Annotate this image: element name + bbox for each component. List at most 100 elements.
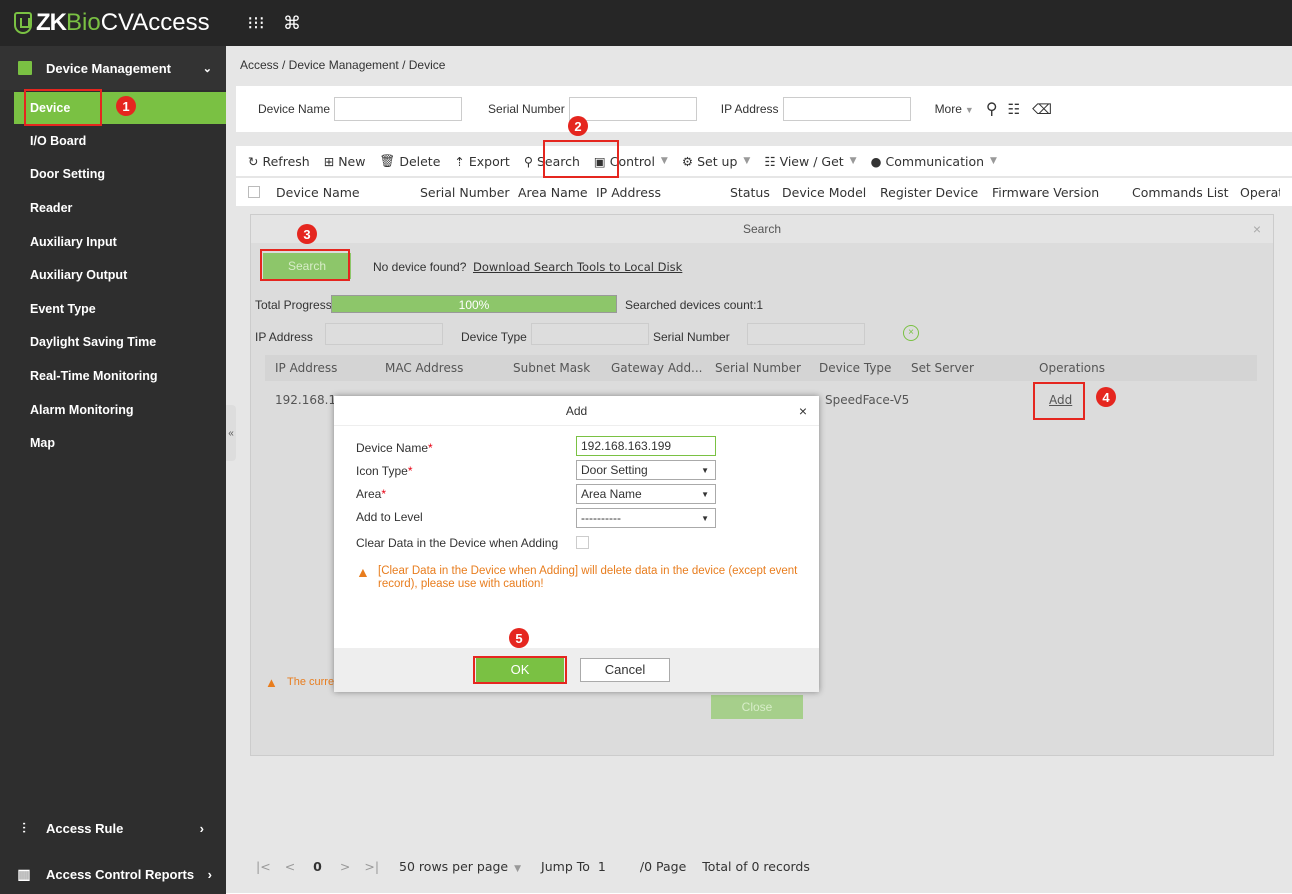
current-page: 0	[313, 858, 322, 874]
serial-number-input[interactable]	[568, 97, 697, 121]
column-ip-address: IP Address	[275, 361, 338, 375]
required-mark: *	[407, 464, 413, 478]
download-search-tools-link[interactable]: Download Search Tools to Local Disk	[473, 260, 682, 274]
sidebar-item-io-board[interactable]: I/O Board	[0, 124, 226, 158]
caret-down-icon: ▼	[660, 156, 668, 166]
sidebar-item-auxiliary-output[interactable]: Auxiliary Output	[0, 258, 226, 292]
sidebar-item-real-time-monitoring[interactable]: Real-Time Monitoring	[0, 359, 226, 393]
select-all-checkbox[interactable]	[248, 186, 260, 198]
column-area-name[interactable]: Area Name	[518, 185, 596, 200]
rows-per-page-select[interactable]: 50 rows per page ▼	[399, 859, 521, 874]
column-operations[interactable]: Operat	[1240, 185, 1280, 200]
column-mac-address: MAC Address	[385, 361, 464, 375]
icon-type-label: Icon Type	[356, 464, 408, 478]
close-icon[interactable]: ×	[1253, 221, 1261, 237]
add-to-level-value: ----------	[581, 511, 621, 525]
row-device-type: SpeedFace-V5	[825, 393, 910, 407]
new-icon: ⊞	[323, 153, 335, 169]
sidebar: Device Management ⌄ Device I/O Board Doo…	[0, 46, 226, 894]
column-ip-address[interactable]: IP Address	[596, 185, 730, 200]
prev-page-button[interactable]: <	[285, 859, 295, 874]
sidebar-item-access-control-reports[interactable]: ▥ Access Control Reports ›	[0, 854, 226, 894]
setup-button[interactable]: ⚙ Set up ▼	[682, 154, 751, 169]
results-table-header: IP Address MAC Address Subnet Mask Gatew…	[265, 355, 1257, 381]
column-device-model[interactable]: Device Model	[782, 185, 880, 200]
jump-to-input[interactable]: 1	[598, 859, 632, 874]
setup-label: Set up	[697, 153, 738, 169]
first-page-button[interactable]: |<	[256, 859, 271, 874]
cancel-button[interactable]: Cancel	[580, 658, 670, 682]
report-icon: ▥	[17, 865, 31, 882]
sidebar-item-label: Real-Time Monitoring	[30, 368, 158, 383]
annotation-box-search	[543, 140, 619, 178]
close-search-button[interactable]: Close	[711, 695, 803, 719]
searched-devices-count: Searched devices count:1	[625, 298, 764, 312]
app-logo[interactable]: ZK Bio CVAccess	[0, 9, 232, 37]
delete-button[interactable]: 🗑 Delete	[379, 153, 440, 169]
pagination: |< < 0 > >| 50 rows per page ▼ Jump To 1 …	[236, 852, 1292, 880]
delete-label: Delete	[399, 153, 441, 169]
sidebar-item-daylight-saving-time[interactable]: Daylight Saving Time	[0, 326, 226, 360]
sidebar-item-auxiliary-input[interactable]: Auxiliary Input	[0, 225, 226, 259]
warning-icon: ▲	[356, 564, 370, 580]
column-device-name[interactable]: Device Name	[276, 185, 420, 200]
icon-type-select[interactable]: Door Setting ▼	[576, 460, 716, 480]
brand-zk: ZK	[36, 9, 67, 36]
sidebar-item-reader[interactable]: Reader	[0, 191, 226, 225]
sidebar-item-access-rule[interactable]: ⫶ Access Rule ›	[0, 808, 226, 848]
eraser-icon[interactable]: ⌫	[1032, 101, 1052, 118]
collapse-sidebar-button[interactable]: «	[226, 405, 236, 461]
close-icon[interactable]: ×	[799, 396, 807, 426]
column-subnet-mask: Subnet Mask	[513, 361, 591, 375]
sidebar-item-label: I/O Board	[30, 133, 87, 148]
device-name-input[interactable]: 192.168.163.199	[576, 436, 716, 456]
export-icon: ⇡	[454, 153, 465, 169]
area-select[interactable]: Area Name ▼	[576, 484, 716, 504]
view-get-button[interactable]: ☷ View / Get ▼	[764, 154, 856, 169]
add-device-dialog: Add × Device Name * 192.168.163.199 Icon …	[334, 396, 819, 692]
last-page-button[interactable]: >|	[364, 859, 379, 874]
device-name-input[interactable]	[334, 97, 463, 121]
advanced-search-icon[interactable]: ☷	[1008, 101, 1021, 118]
sidebar-header-device-management[interactable]: Device Management ⌄	[0, 46, 226, 90]
add-to-level-select[interactable]: ---------- ▼	[576, 508, 716, 528]
column-serial-number[interactable]: Serial Number	[420, 185, 518, 200]
column-status[interactable]: Status	[730, 185, 782, 200]
area-value: Area Name	[581, 487, 642, 501]
clear-filter-icon[interactable]: ×	[903, 325, 919, 341]
device-type-filter-input[interactable]	[531, 323, 649, 345]
grid-icon[interactable]: ⁝⁝⁝	[244, 13, 268, 34]
sidebar-item-map[interactable]: Map	[0, 426, 226, 460]
column-serial-number: Serial Number	[715, 361, 801, 375]
clear-data-checkbox[interactable]	[576, 536, 589, 549]
required-mark: *	[381, 487, 387, 501]
search-icon: ⚲	[523, 153, 533, 169]
ip-address-input[interactable]	[782, 97, 911, 121]
warning-icon: ▲	[265, 675, 278, 690]
sidebar-item-label: Access Control Reports	[46, 866, 195, 882]
search-dialog-title: Search	[251, 215, 1273, 243]
refresh-button[interactable]: ↻ Refresh	[248, 154, 310, 169]
column-commands-list[interactable]: Commands List	[1132, 185, 1240, 200]
column-register-device[interactable]: Register Device	[880, 185, 992, 200]
sidebar-item-event-type[interactable]: Event Type	[0, 292, 226, 326]
sidebar-item-label: Map	[30, 436, 55, 451]
caret-down-icon: ▼	[964, 105, 974, 115]
communication-button[interactable]: ● Communication ▼	[871, 154, 997, 169]
column-operations: Operations	[1039, 361, 1105, 375]
ip-filter-input[interactable]	[325, 323, 443, 345]
more-button[interactable]: More ▼	[935, 102, 974, 116]
view-get-label: View / Get	[779, 153, 844, 169]
sidebar-item-alarm-monitoring[interactable]: Alarm Monitoring	[0, 393, 226, 427]
search-icon[interactable]: ⚲	[986, 99, 998, 119]
caret-down-icon: ▼	[990, 156, 997, 166]
column-firmware-version[interactable]: Firmware Version	[992, 185, 1132, 200]
new-button[interactable]: ⊞ New	[324, 154, 366, 169]
serial-filter-input[interactable]	[747, 323, 865, 345]
next-page-button[interactable]: >	[340, 859, 350, 874]
jump-to-label: Jump To	[541, 858, 590, 874]
export-button[interactable]: ⇡ Export	[454, 154, 509, 169]
required-mark: *	[428, 441, 433, 455]
sidebar-item-door-setting[interactable]: Door Setting	[0, 158, 226, 192]
command-icon[interactable]: ⌘	[280, 13, 304, 34]
